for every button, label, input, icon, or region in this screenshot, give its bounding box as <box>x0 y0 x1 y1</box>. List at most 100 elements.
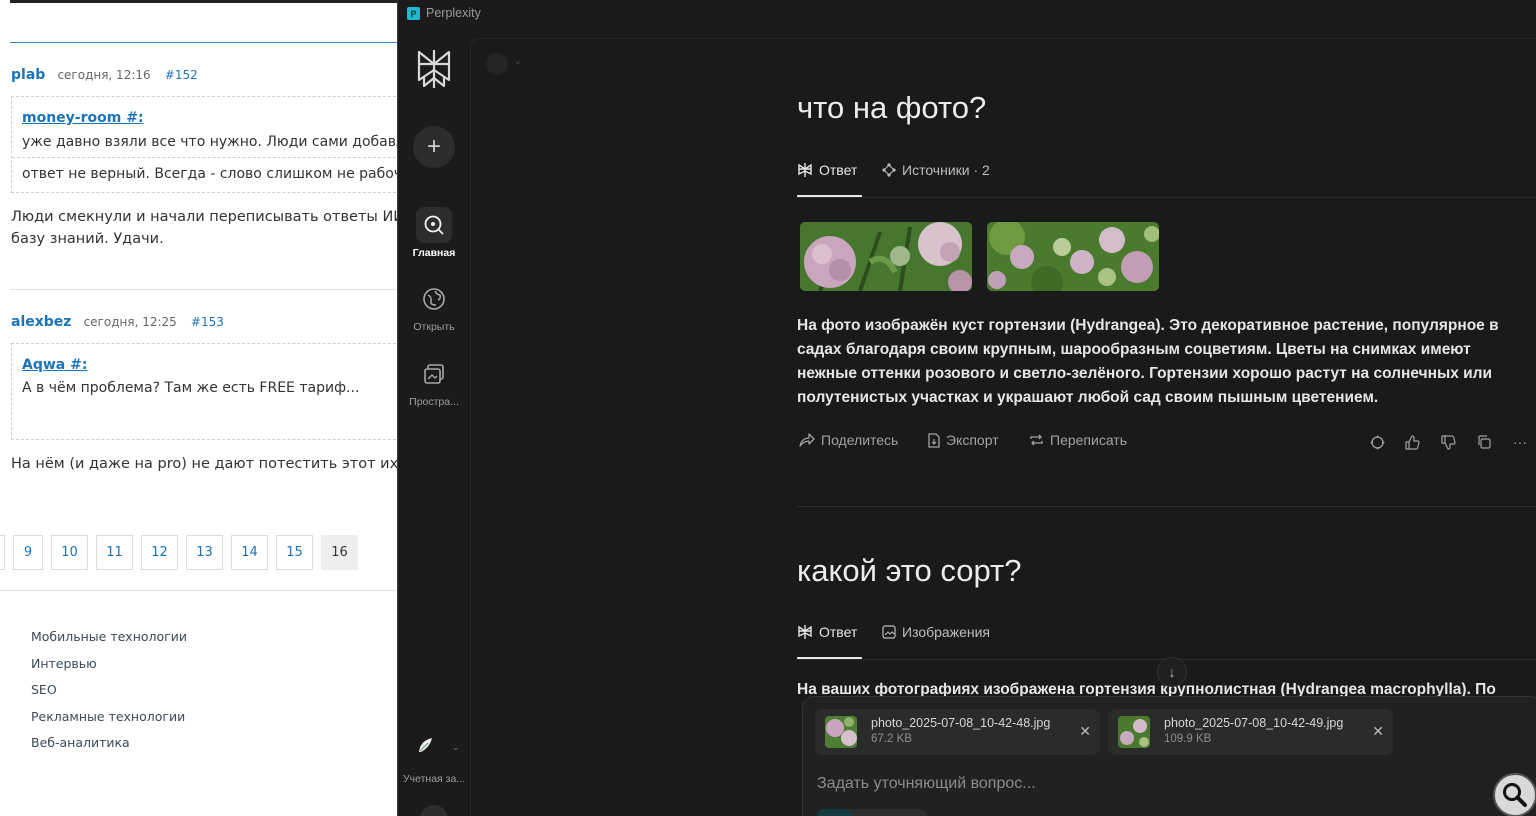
grid-icon <box>1370 435 1384 449</box>
notifications-button[interactable] <box>420 805 448 816</box>
sidebar-item-spaces[interactable]: Простра... <box>398 356 470 408</box>
quote-author-link[interactable]: Aqwa #: <box>22 357 87 373</box>
footer-divider <box>0 590 398 591</box>
sidebar-item-discover[interactable]: Открыть <box>398 281 470 333</box>
post-quote: Aqwa #: А в чём проблема? Там же есть FR… <box>11 343 398 440</box>
tab-rule <box>797 197 1536 198</box>
page-button[interactable]: 9 <box>13 535 43 570</box>
post-time: сегодня, 12:16 <box>57 68 151 82</box>
tab-answer[interactable]: Ответ <box>797 162 857 178</box>
composer: photo_2025-07-08_10-42-48.jpg 67.2 KB ✕ … <box>802 696 1536 816</box>
export-icon <box>928 432 940 448</box>
image-thumbnail[interactable] <box>987 222 1159 291</box>
forum-top-divider <box>10 42 398 43</box>
avatar <box>419 738 432 752</box>
tab-answer[interactable]: Ответ <box>797 624 857 640</box>
answer-text: На фото изображён куст гортензии (Hydran… <box>797 317 1499 406</box>
question-title: что на фото? <box>797 90 987 125</box>
image-thumbnail[interactable] <box>800 222 972 291</box>
post-body-line: базу знаний. Удачи. <box>11 231 164 247</box>
page-button[interactable]: 10 <box>51 535 88 570</box>
export-label: Экспорт <box>946 432 999 448</box>
sidebar-item-home[interactable]: Главная <box>398 207 470 259</box>
thumbs-up-button[interactable] <box>1403 433 1421 451</box>
thumbs-down-button[interactable] <box>1439 433 1457 451</box>
footer-link[interactable]: Веб-аналитика <box>31 735 130 750</box>
attachment-card[interactable]: photo_2025-07-08_10-42-49.jpg 109.9 KB ✕ <box>1108 709 1393 755</box>
attachment-name: photo_2025-07-08_10-42-48.jpg <box>871 716 1051 730</box>
export-button[interactable]: Экспорт <box>928 432 999 448</box>
post-divider <box>10 289 398 290</box>
post-header: plab сегодня, 12:16 #152 <box>11 67 198 83</box>
new-thread-button[interactable]: + <box>413 126 455 168</box>
window-title: Perplexity <box>426 6 481 20</box>
page-button[interactable]: 12 <box>141 535 178 570</box>
page-button[interactable]: 13 <box>186 535 223 570</box>
post-header: alexbez сегодня, 12:25 #153 <box>11 314 224 330</box>
perplexity-logo-icon[interactable] <box>415 48 453 90</box>
quote-author-link[interactable]: money-room #: <box>22 110 144 126</box>
footer-link[interactable]: Интервью <box>31 656 97 671</box>
footer-link[interactable]: SEO <box>31 682 57 697</box>
tab-label: Источники · 2 <box>902 162 990 178</box>
magnifier-icon[interactable] <box>1493 773 1536 816</box>
share-icon <box>799 433 815 447</box>
thumbs-up-icon <box>1404 434 1420 450</box>
title-bar: P Perplexity <box>398 0 1536 30</box>
footer-link[interactable]: Рекламные технологии <box>31 709 185 724</box>
spaces-icon <box>416 356 452 392</box>
page-button[interactable]: 15 <box>276 535 313 570</box>
thread-divider <box>797 506 1536 507</box>
sidebar-item-label: Главная <box>412 247 456 259</box>
attachment-size: 67.2 KB <box>871 733 912 745</box>
copy-icon <box>1478 435 1491 449</box>
share-button[interactable]: Поделитесь <box>799 432 898 448</box>
chevron-down-icon: ⌄ <box>514 56 522 66</box>
perplexity-app-icon: P <box>407 7 420 20</box>
post-body: На нём (и даже на pro) не дают потестить… <box>11 453 398 475</box>
attachment-name: photo_2025-07-08_10-42-49.jpg <box>1164 716 1344 730</box>
perplexity-icon <box>798 625 812 639</box>
attachment-thumbnail <box>825 716 857 748</box>
tab-label: Изображения <box>902 624 990 640</box>
sidebar-item-label: Простра... <box>409 396 459 408</box>
search-mode-toggle[interactable] <box>817 809 927 816</box>
close-icon[interactable]: ✕ <box>1372 723 1384 740</box>
follow-up-input[interactable]: Задать уточняющий вопрос... <box>817 775 1036 793</box>
attachment-card[interactable]: photo_2025-07-08_10-42-48.jpg 67.2 KB ✕ <box>815 709 1100 755</box>
tab-label: Ответ <box>819 162 858 178</box>
post-author[interactable]: plab <box>11 67 45 83</box>
share-label: Поделитесь <box>821 432 899 448</box>
tab-images[interactable]: Изображения <box>882 624 990 640</box>
post-number-link[interactable]: #152 <box>165 68 198 82</box>
quote-text: ответ не верный. Всегда - слово слишком … <box>22 166 398 182</box>
scroll-down-button[interactable]: ↓ <box>1157 657 1187 687</box>
quote-text: А в чём проблема? Там же есть FREE тариф… <box>22 380 360 396</box>
forum-top-bar <box>10 0 398 3</box>
attachment-thumbnail <box>1118 716 1150 748</box>
rewrite-button[interactable]: Переписать <box>1029 432 1127 448</box>
post-number-link[interactable]: #153 <box>191 315 224 329</box>
more-options-icon[interactable]: ··· <box>1511 433 1529 451</box>
tab-sources[interactable]: Источники · 2 <box>882 162 990 178</box>
copy-button[interactable] <box>1475 433 1493 451</box>
forum-page: plab сегодня, 12:16 #152 money-room #: у… <box>0 0 398 816</box>
post-time: сегодня, 12:25 <box>83 315 177 329</box>
post-author[interactable]: alexbez <box>11 314 71 330</box>
sidebar-item-label: Открыть <box>413 321 455 333</box>
page-button[interactable]: 14 <box>231 535 268 570</box>
page-button-current[interactable]: 16 <box>321 535 358 570</box>
page-button-partial[interactable] <box>0 535 5 570</box>
sources-toggle-button[interactable] <box>1368 433 1386 451</box>
perplexity-window: P Perplexity + Главная Открыть Простра..… <box>397 0 1536 816</box>
post-body: Люди смекнули и начали переписывать отве… <box>11 206 398 250</box>
perplexity-icon <box>798 163 812 177</box>
image-icon <box>882 625 896 639</box>
thumbs-down-icon <box>1440 434 1456 450</box>
page-button[interactable]: 11 <box>96 535 133 570</box>
footer-link[interactable]: Мобильные технологии <box>31 629 187 644</box>
model-selector[interactable] <box>486 53 508 75</box>
close-icon[interactable]: ✕ <box>1079 723 1091 740</box>
rewrite-label: Переписать <box>1050 432 1128 448</box>
account-label: Учетная за... <box>402 773 466 785</box>
